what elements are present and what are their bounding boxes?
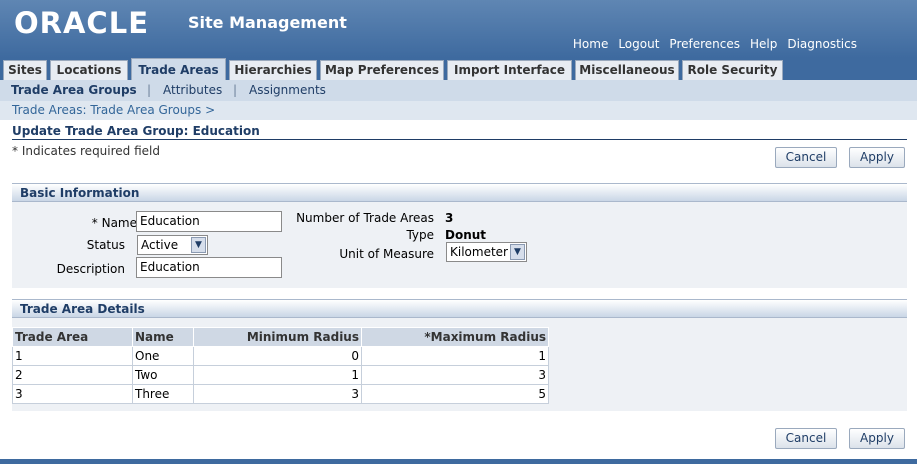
status-select[interactable]: Active ▼ [137, 235, 208, 255]
column-header: Minimum Radius [193, 327, 362, 347]
table-row: 1 One 0 1 [12, 346, 549, 366]
column-header: Name [132, 327, 194, 347]
description-input[interactable]: Education [136, 257, 282, 278]
table-row: 3 Three 3 5 [12, 384, 549, 404]
cancel-button-bottom[interactable]: Cancel [775, 428, 837, 449]
num-trade-areas-value: 3 [445, 211, 454, 225]
section-title: Trade Area Details [20, 302, 145, 316]
apply-button-bottom[interactable]: Apply [849, 428, 905, 449]
basic-information-section: Basic Information * Name Education Statu… [12, 183, 907, 288]
chevron-down-icon[interactable]: ▼ [510, 244, 525, 260]
max-radius-cell: 5 [361, 384, 549, 404]
tab-role-security[interactable]: Role Security [682, 60, 783, 80]
uom-select[interactable]: Kilometer ▼ [446, 242, 527, 262]
section-title: Basic Information [20, 186, 140, 200]
tab-map-preferences[interactable]: Map Preferences [320, 60, 444, 80]
footer-bar [0, 459, 917, 464]
name-cell: One [132, 346, 194, 366]
subtab-bar: Trade Area Groups | Attributes | Assignm… [0, 80, 917, 101]
chevron-down-icon[interactable]: ▼ [191, 237, 206, 253]
tab-trade-areas[interactable]: Trade Areas [131, 58, 226, 80]
min-radius-cell: 1 [193, 365, 362, 385]
name-input[interactable]: Education [136, 211, 282, 232]
name-label: * Name [91, 216, 137, 230]
subtab-separator: | [147, 83, 152, 97]
required-note: * Indicates required field [12, 144, 161, 158]
preferences-link[interactable]: Preferences [669, 37, 740, 51]
type-value: Donut [445, 228, 487, 242]
tab-miscellaneous[interactable]: Miscellaneous [575, 60, 679, 80]
app-header: ORACLE Site Management Home Logout Prefe… [0, 0, 917, 58]
name-cell: Two [132, 365, 194, 385]
max-radius-cell: 1 [361, 346, 549, 366]
status-value: Active [141, 238, 179, 252]
apply-button-top[interactable]: Apply [849, 147, 905, 168]
type-label: Type [406, 228, 434, 242]
tab-locations[interactable]: Locations [50, 60, 128, 80]
trade-area-table: Trade Area Name Minimum Radius *Maximum … [12, 327, 549, 404]
title-divider [12, 139, 907, 140]
min-radius-cell: 0 [193, 346, 362, 366]
breadcrumb-link[interactable]: Trade Areas: Trade Area Groups > [12, 103, 215, 117]
tab-hierarchies[interactable]: Hierarchies [229, 60, 317, 80]
oracle-logo: ORACLE [14, 6, 149, 40]
breadcrumb: Trade Areas: Trade Area Groups > [0, 101, 917, 120]
status-label: Status [86, 238, 125, 252]
tab-import-interface[interactable]: Import Interface [447, 60, 572, 80]
max-radius-cell: 3 [361, 365, 549, 385]
subtab-trade-area-groups[interactable]: Trade Area Groups [11, 83, 137, 97]
min-radius-cell: 3 [193, 384, 362, 404]
num-trade-areas-label: Number of Trade Areas [296, 211, 434, 225]
trade-area-cell: 2 [12, 365, 133, 385]
basic-information-header: Basic Information [12, 183, 907, 202]
uom-label: Unit of Measure [339, 247, 434, 261]
logout-link[interactable]: Logout [618, 37, 659, 51]
subtab-attributes[interactable]: Attributes [163, 83, 222, 97]
name-cell: Three [132, 384, 194, 404]
cancel-button-top[interactable]: Cancel [775, 147, 837, 168]
description-label: Description [56, 262, 125, 276]
diagnostics-link[interactable]: Diagnostics [787, 37, 857, 51]
app-title: Site Management [188, 13, 347, 32]
trade-area-cell: 1 [12, 346, 133, 366]
trade-area-details-section: Trade Area Details Trade Area Name Minim… [12, 299, 907, 411]
uom-value: Kilometer [450, 245, 508, 259]
home-link[interactable]: Home [573, 37, 608, 51]
page-title: Update Trade Area Group: Education [12, 124, 260, 138]
subtab-separator: | [233, 83, 238, 97]
table-row: 2 Two 1 3 [12, 365, 549, 385]
global-links: Home Logout Preferences Help Diagnostics [573, 37, 857, 51]
trade-area-cell: 3 [12, 384, 133, 404]
column-header: Trade Area [12, 327, 133, 347]
tab-bar: Sites Locations Trade Areas Hierarchies … [0, 58, 917, 80]
trade-area-details-header: Trade Area Details [12, 299, 907, 318]
subtab-assignments[interactable]: Assignments [249, 83, 326, 97]
tab-sites[interactable]: Sites [3, 60, 47, 80]
column-header: *Maximum Radius [361, 327, 549, 347]
help-link[interactable]: Help [750, 37, 777, 51]
